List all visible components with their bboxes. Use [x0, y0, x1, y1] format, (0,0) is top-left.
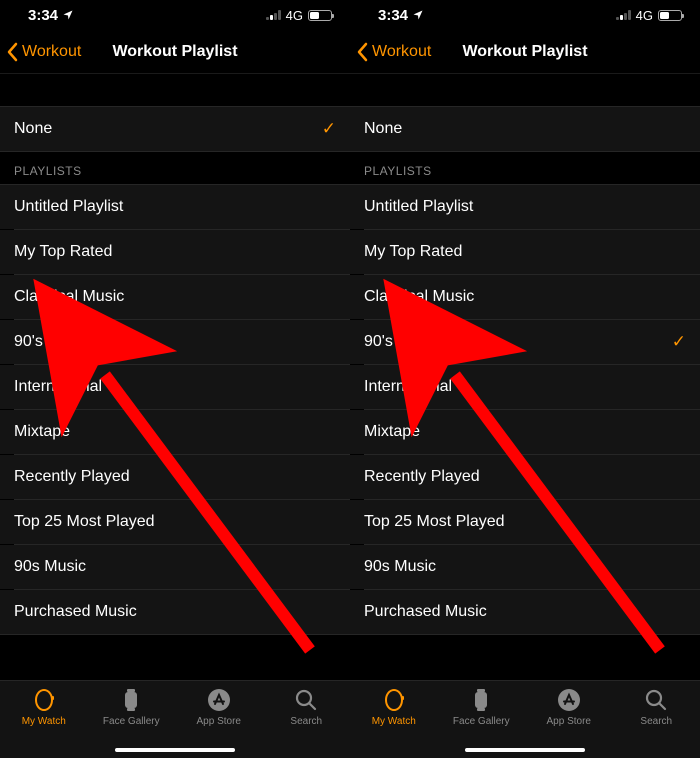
tab-search[interactable]: Search — [613, 687, 700, 758]
tab-search[interactable]: Search — [263, 687, 351, 758]
status-bar: 3:34 4G — [350, 0, 700, 30]
tab-label: Search — [290, 716, 322, 727]
tab-my watch[interactable]: My Watch — [350, 687, 438, 758]
tab-bar: My Watch Face Gallery App Store Search — [0, 680, 350, 758]
tab-label: App Store — [547, 716, 591, 727]
location-icon — [62, 9, 74, 21]
playlist-row[interactable]: Mixtape — [350, 410, 700, 454]
tab-icon — [31, 687, 57, 713]
playlists-header: PLAYLISTS — [0, 152, 350, 184]
back-button[interactable]: Workout — [350, 30, 431, 73]
playlist-label: 90's Music — [364, 333, 439, 351]
playlist-label: Mixtape — [364, 423, 420, 441]
tab-bar: My Watch Face Gallery App Store Search — [350, 680, 700, 758]
battery-icon — [308, 10, 332, 21]
playlist-label: 90s Music — [364, 558, 436, 576]
tab-icon — [118, 687, 144, 713]
playlist-label: Untitled Playlist — [14, 198, 123, 216]
tab-label: My Watch — [22, 716, 66, 727]
playlist-row[interactable]: 90's Music — [0, 320, 350, 364]
tab-icon — [643, 687, 669, 713]
tab-label: Search — [640, 716, 672, 727]
playlist-row[interactable]: Top 25 Most Played — [350, 500, 700, 544]
playlist-label: Purchased Music — [364, 603, 487, 621]
playlist-label: Classical Music — [14, 288, 124, 306]
playlist-label: International — [14, 378, 102, 396]
playlist-label: Mixtape — [14, 423, 70, 441]
back-label: Workout — [372, 43, 431, 61]
playlist-label: Classical Music — [364, 288, 474, 306]
playlist-label: Top 25 Most Played — [364, 513, 505, 531]
check-icon: ✓ — [322, 119, 336, 139]
status-time: 3:34 — [378, 7, 408, 24]
playlist-row[interactable]: 90s Music — [350, 545, 700, 589]
none-label: None — [14, 120, 52, 138]
status-bar: 3:34 4G — [0, 0, 350, 30]
none-row[interactable]: None ✓ — [0, 107, 350, 151]
playlist-label: Purchased Music — [14, 603, 137, 621]
playlist-row[interactable]: International — [350, 365, 700, 409]
tab-icon — [556, 687, 582, 713]
network-label: 4G — [636, 8, 653, 23]
check-icon: ✓ — [672, 332, 686, 352]
tab-label: My Watch — [372, 716, 416, 727]
playlist-row[interactable]: Top 25 Most Played — [0, 500, 350, 544]
tab-label: App Store — [197, 716, 241, 727]
playlist-row[interactable]: Untitled Playlist — [350, 185, 700, 229]
playlist-label: My Top Rated — [14, 243, 112, 261]
signal-icon — [266, 10, 281, 20]
nav-bar: Workout Workout Playlist — [0, 30, 350, 74]
tab-label: Face Gallery — [103, 716, 160, 727]
playlist-label: 90s Music — [14, 558, 86, 576]
status-time: 3:34 — [28, 7, 58, 24]
playlist-row[interactable]: Mixtape — [0, 410, 350, 454]
spacer — [350, 74, 700, 106]
playlist-row[interactable]: Purchased Music — [350, 590, 700, 634]
tab-label: Face Gallery — [453, 716, 510, 727]
playlist-row[interactable]: 90s Music — [0, 545, 350, 589]
playlist-row[interactable]: My Top Rated — [0, 230, 350, 274]
playlist-row[interactable]: Purchased Music — [0, 590, 350, 634]
nav-bar: Workout Workout Playlist — [350, 30, 700, 74]
screen-1: 3:34 4G Workout Workout Playlist None PL… — [350, 0, 700, 758]
spacer — [0, 74, 350, 106]
none-row[interactable]: None — [350, 107, 700, 151]
playlist-row[interactable]: Recently Played — [0, 455, 350, 499]
playlist-label: Untitled Playlist — [364, 198, 473, 216]
playlists-header: PLAYLISTS — [350, 152, 700, 184]
playlist-label: Recently Played — [364, 468, 480, 486]
playlist-row[interactable]: Untitled Playlist — [0, 185, 350, 229]
back-label: Workout — [22, 43, 81, 61]
tab-icon — [293, 687, 319, 713]
screen-0: 3:34 4G Workout Workout Playlist None ✓ … — [0, 0, 350, 758]
playlist-row[interactable]: Classical Music — [0, 275, 350, 319]
tab-icon — [468, 687, 494, 713]
tab-icon — [381, 687, 407, 713]
playlist-label: Recently Played — [14, 468, 130, 486]
tab-my watch[interactable]: My Watch — [0, 687, 88, 758]
playlist-label: Top 25 Most Played — [14, 513, 155, 531]
signal-icon — [616, 10, 631, 20]
network-label: 4G — [286, 8, 303, 23]
playlist-label: My Top Rated — [364, 243, 462, 261]
battery-icon — [658, 10, 682, 21]
playlist-row[interactable]: 90's Music ✓ — [350, 320, 700, 364]
playlist-label: International — [364, 378, 452, 396]
home-indicator[interactable] — [115, 748, 235, 752]
playlist-row[interactable]: Recently Played — [350, 455, 700, 499]
location-icon — [412, 9, 424, 21]
home-indicator[interactable] — [465, 748, 585, 752]
playlist-label: 90's Music — [14, 333, 89, 351]
playlist-row[interactable]: My Top Rated — [350, 230, 700, 274]
playlist-row[interactable]: International — [0, 365, 350, 409]
tab-icon — [206, 687, 232, 713]
back-button[interactable]: Workout — [0, 30, 81, 73]
playlist-row[interactable]: Classical Music — [350, 275, 700, 319]
none-label: None — [364, 120, 402, 138]
